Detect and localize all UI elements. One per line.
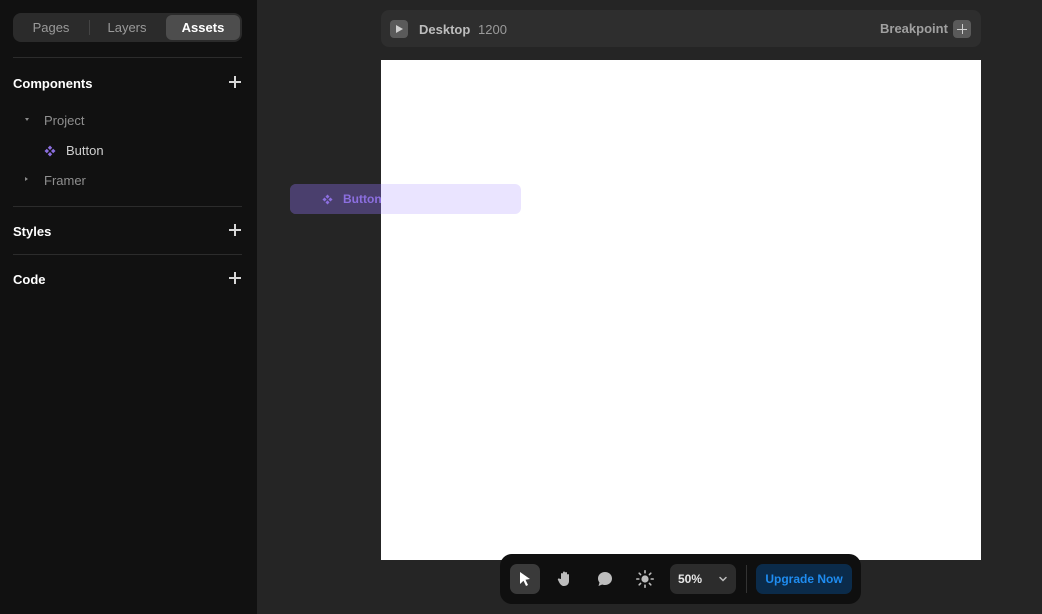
add-component-plus-icon[interactable] bbox=[228, 75, 242, 89]
tab-assets[interactable]: Assets bbox=[166, 15, 240, 40]
styles-section-title[interactable]: Styles bbox=[13, 224, 51, 239]
divider bbox=[13, 57, 242, 58]
tree-item-framer[interactable]: Framer bbox=[13, 170, 242, 192]
drag-ghost-label: Button bbox=[343, 192, 382, 206]
chevron-down-icon bbox=[719, 576, 727, 582]
toolbar-separator bbox=[746, 565, 747, 593]
add-code-plus-icon[interactable] bbox=[228, 271, 242, 285]
tab-separator bbox=[89, 20, 90, 35]
tree-item-project[interactable]: Project bbox=[13, 110, 242, 132]
divider bbox=[13, 254, 242, 255]
add-breakpoint-plus-icon[interactable] bbox=[953, 20, 971, 38]
tree-item-label: Project bbox=[44, 113, 85, 128]
code-section-title[interactable]: Code bbox=[13, 272, 46, 287]
comment-icon bbox=[598, 572, 612, 586]
component-icon bbox=[322, 194, 333, 205]
add-breakpoint-label[interactable]: Breakpoint bbox=[880, 21, 948, 36]
drag-ghost-button[interactable]: Button bbox=[290, 184, 521, 214]
panel-tabs: Pages Layers Assets bbox=[13, 13, 242, 42]
tree-item-button-component[interactable]: Button bbox=[13, 140, 242, 162]
desktop-frame[interactable] bbox=[381, 60, 981, 560]
hand-icon bbox=[557, 571, 569, 586]
zoom-dropdown[interactable]: 50% bbox=[670, 564, 736, 594]
bottom-toolbar: 50% Upgrade Now bbox=[500, 554, 861, 604]
tab-layers[interactable]: Layers bbox=[91, 15, 163, 40]
breakpoint-name[interactable]: Desktop bbox=[419, 22, 470, 37]
sun-icon bbox=[635, 569, 655, 589]
theme-toggle-button[interactable] bbox=[630, 564, 660, 594]
zoom-value: 50% bbox=[678, 572, 703, 586]
cursor-icon bbox=[520, 572, 530, 586]
chevron-right-icon[interactable] bbox=[25, 177, 28, 181]
tree-item-label: Button bbox=[66, 143, 104, 158]
hand-tool-button[interactable] bbox=[550, 564, 580, 594]
comment-tool-button[interactable] bbox=[590, 564, 620, 594]
breakpoint-width: 1200 bbox=[478, 22, 507, 37]
tree-item-label: Framer bbox=[44, 173, 86, 188]
play-icon[interactable] bbox=[390, 20, 408, 38]
select-tool-button[interactable] bbox=[510, 564, 540, 594]
assets-sidebar: Pages Layers Assets Components Project B… bbox=[0, 0, 257, 614]
breakpoint-bar: Desktop 1200 Breakpoint bbox=[381, 10, 981, 47]
add-style-plus-icon[interactable] bbox=[228, 223, 242, 237]
components-section-title[interactable]: Components bbox=[13, 76, 92, 91]
chevron-down-icon[interactable] bbox=[25, 118, 29, 121]
upgrade-now-button[interactable]: Upgrade Now bbox=[756, 564, 852, 594]
divider bbox=[13, 206, 242, 207]
component-icon bbox=[44, 145, 56, 157]
tab-pages[interactable]: Pages bbox=[15, 15, 87, 40]
